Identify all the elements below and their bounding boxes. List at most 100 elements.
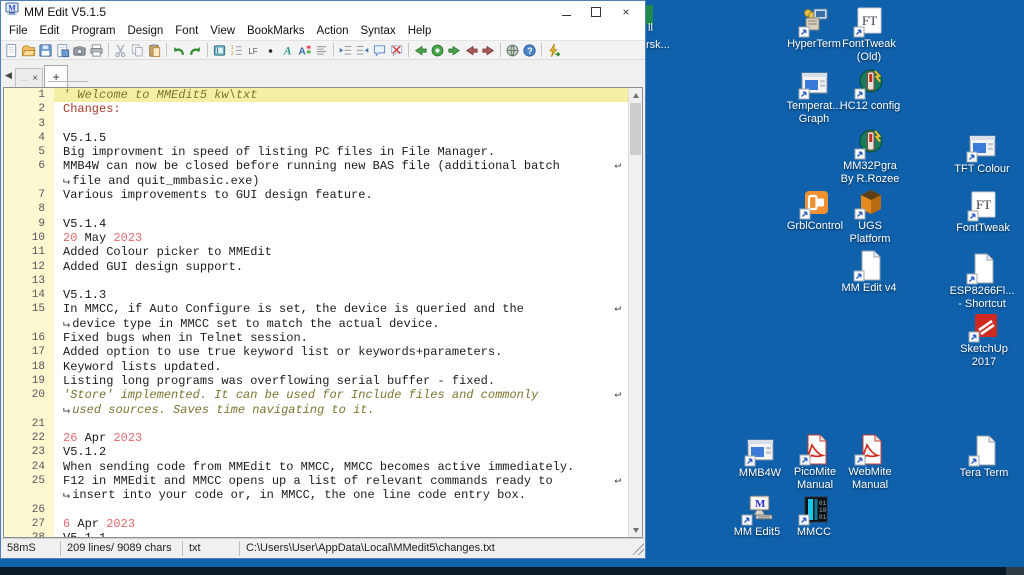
comment-remove-icon[interactable] bbox=[388, 42, 405, 58]
nav-forward-green-icon[interactable] bbox=[446, 42, 463, 58]
code-line[interactable]: 7 Various improvements to GUI design feat… bbox=[4, 188, 629, 203]
tab-add-button[interactable]: + bbox=[44, 65, 69, 87]
code-line[interactable]: 20 'Store' implemented. It can be used fo… bbox=[4, 388, 629, 403]
scroll-up-icon[interactable] bbox=[629, 88, 642, 102]
menu-help[interactable]: Help bbox=[402, 25, 438, 37]
taskbar-strip[interactable] bbox=[0, 567, 1024, 575]
code-line[interactable]: 13 bbox=[4, 273, 629, 289]
editor-text-area[interactable]: 1 ' Welcome to MMEdit5 kw\txt 2 Changes: 3 4 V… bbox=[4, 88, 629, 537]
tab-document[interactable]: ... × bbox=[14, 68, 44, 87]
code-line[interactable]: 1 ' Welcome to MMEdit5 kw\txt bbox=[4, 88, 629, 103]
desktop-icon-ugs-platform[interactable]: UGS Platform bbox=[831, 188, 909, 246]
desktop-icon-webmite-manual[interactable]: WebMite Manual bbox=[831, 434, 909, 492]
code-line[interactable]: 6 MMB4W can now be closed before running … bbox=[4, 159, 629, 174]
code-line[interactable]: ↵ file and quit_mmbasic.exe) bbox=[4, 173, 629, 189]
line-text[interactable]: Added GUI design support. bbox=[54, 260, 629, 274]
undo-icon[interactable] bbox=[170, 42, 187, 58]
scrollbar-thumb[interactable] bbox=[630, 103, 641, 155]
indent-increase-icon[interactable] bbox=[354, 42, 371, 58]
vertical-scrollbar[interactable] bbox=[628, 88, 642, 537]
code-line[interactable]: 9 V5.1.4 bbox=[4, 216, 629, 231]
line-text[interactable]: MMB4W can now be closed before running n… bbox=[54, 159, 629, 173]
tab-scroll-left-icon[interactable]: ◀ bbox=[3, 70, 15, 87]
line-text[interactable] bbox=[54, 202, 629, 216]
menu-edit[interactable]: Edit bbox=[34, 25, 66, 37]
line-text[interactable]: ' Welcome to MMEdit5 kw\txt bbox=[54, 88, 629, 103]
code-line[interactable]: 16 Fixed bugs when in Telnet session. bbox=[4, 331, 629, 346]
line-text[interactable]: ↵ used sources. Saves time navigating to … bbox=[54, 403, 629, 417]
code-line[interactable]: 8 bbox=[4, 202, 629, 217]
line-text[interactable]: Added option to use true keyword list or… bbox=[54, 345, 629, 359]
line-text[interactable]: Listing long programs was overflowing se… bbox=[54, 374, 629, 388]
title-bar[interactable]: M MM Edit V5.1.5 × bbox=[1, 1, 645, 22]
clipped-desktop-icon[interactable]: ll rsk... bbox=[646, 0, 686, 70]
code-line[interactable]: 25 F12 in MMEdit and MMCC opens up a list… bbox=[4, 474, 629, 489]
line-text[interactable]: In MMCC, if Auto Configure is set, the d… bbox=[54, 302, 629, 316]
nav-back-red-icon[interactable] bbox=[463, 42, 480, 58]
code-line[interactable]: 10 20 May 2023 bbox=[4, 230, 629, 246]
menu-view[interactable]: View bbox=[204, 25, 241, 37]
code-line[interactable]: ↵ used sources. Saves time navigating to … bbox=[4, 402, 629, 417]
code-line[interactable]: 12 Added GUI design support. bbox=[4, 259, 629, 274]
nav-forward-red-icon[interactable] bbox=[480, 42, 497, 58]
code-line[interactable]: 4 V5.1.5 bbox=[4, 130, 629, 146]
code-line[interactable]: ↵ insert into your code or, in MMCC, the … bbox=[4, 488, 629, 503]
code-line[interactable]: 11 Added Colour picker to MMEdit bbox=[4, 245, 629, 260]
help-icon[interactable]: ? bbox=[521, 42, 538, 58]
desktop-icon-mmcc[interactable]: 01 10 01 MMCC bbox=[775, 494, 853, 539]
code-line[interactable]: 22 26 Apr 2023 bbox=[4, 431, 629, 446]
font-italic-icon[interactable]: A bbox=[279, 42, 296, 58]
print-icon[interactable] bbox=[88, 42, 105, 58]
run-lightning-icon[interactable] bbox=[545, 42, 562, 58]
line-text[interactable]: ↵ device type in MMCC set to match the ac… bbox=[54, 317, 629, 331]
code-line[interactable]: 3 bbox=[4, 116, 629, 131]
line-text[interactable] bbox=[54, 417, 629, 431]
code-line[interactable]: ↵ device type in MMCC set to match the ac… bbox=[4, 316, 629, 332]
line-text[interactable]: 26 Apr 2023 bbox=[54, 431, 629, 445]
tab-close-icon[interactable]: × bbox=[32, 73, 38, 84]
line-text[interactable]: 6 Apr 2023 bbox=[54, 517, 629, 531]
save-copy-icon[interactable] bbox=[54, 42, 71, 58]
code-line[interactable]: 23 V5.1.2 bbox=[4, 445, 629, 460]
line-text[interactable]: Added Colour picker to MMEdit bbox=[54, 245, 629, 259]
line-text[interactable]: Changes: bbox=[54, 102, 629, 116]
desktop-icon-tera-term[interactable]: Tera Term bbox=[945, 435, 1023, 480]
desktop-icon-hc12-config[interactable]: HC12 config bbox=[831, 68, 909, 113]
menu-syntax[interactable]: Syntax bbox=[355, 25, 402, 37]
code-line[interactable]: 24 When sending code from MMEdit to MMCC,… bbox=[4, 459, 629, 475]
desktop-icon-mm-edit-v4[interactable]: MM Edit v4 bbox=[830, 250, 908, 295]
cut-icon[interactable] bbox=[112, 42, 129, 58]
desktop-icon-fonttweak-old[interactable]: FT FontTweak (Old) bbox=[830, 6, 908, 64]
resize-grip[interactable] bbox=[632, 542, 644, 555]
code-line[interactable]: 26 bbox=[4, 502, 629, 517]
indent-decrease-icon[interactable] bbox=[337, 42, 354, 58]
paste-icon[interactable] bbox=[146, 42, 163, 58]
copy-icon[interactable] bbox=[129, 42, 146, 58]
menu-design[interactable]: Design bbox=[121, 25, 169, 37]
redo-icon[interactable] bbox=[187, 42, 204, 58]
new-file-icon[interactable] bbox=[3, 42, 20, 58]
scroll-down-icon[interactable] bbox=[629, 523, 642, 537]
line-text[interactable] bbox=[54, 274, 629, 288]
code-line[interactable]: 14 V5.1.3 bbox=[4, 288, 629, 303]
save-icon[interactable] bbox=[37, 42, 54, 58]
find-book-icon[interactable] bbox=[211, 42, 228, 58]
code-line[interactable]: 15 In MMCC, if Auto Configure is set, the… bbox=[4, 302, 629, 317]
line-text[interactable]: 20 May 2023 bbox=[54, 231, 629, 245]
code-line[interactable]: 2 Changes: bbox=[4, 102, 629, 117]
outline-list-icon[interactable] bbox=[313, 42, 330, 58]
desktop-icon-sketchup-2017[interactable]: SketchUp 2017 bbox=[945, 311, 1023, 369]
comment-add-icon[interactable] bbox=[371, 42, 388, 58]
desktop-icon-tft-colour[interactable]: TFT Colour bbox=[943, 131, 1021, 176]
code-line[interactable]: 27 6 Apr 2023 bbox=[4, 516, 629, 532]
nav-back-green-icon[interactable] bbox=[412, 42, 429, 58]
open-folder-icon[interactable] bbox=[20, 42, 37, 58]
line-text[interactable]: Keyword lists updated. bbox=[54, 360, 629, 374]
line-text[interactable]: V5.1.5 bbox=[54, 131, 629, 145]
line-text[interactable]: F12 in MMEdit and MMCC opens up a list o… bbox=[54, 474, 629, 488]
line-numbers-icon[interactable]: 12 bbox=[228, 42, 245, 58]
line-text[interactable]: Various improvements to GUI design featu… bbox=[54, 188, 629, 202]
menu-program[interactable]: Program bbox=[65, 25, 121, 37]
web-update-icon[interactable] bbox=[504, 42, 521, 58]
line-text[interactable]: ↵ insert into your code or, in MMCC, the … bbox=[54, 488, 629, 502]
